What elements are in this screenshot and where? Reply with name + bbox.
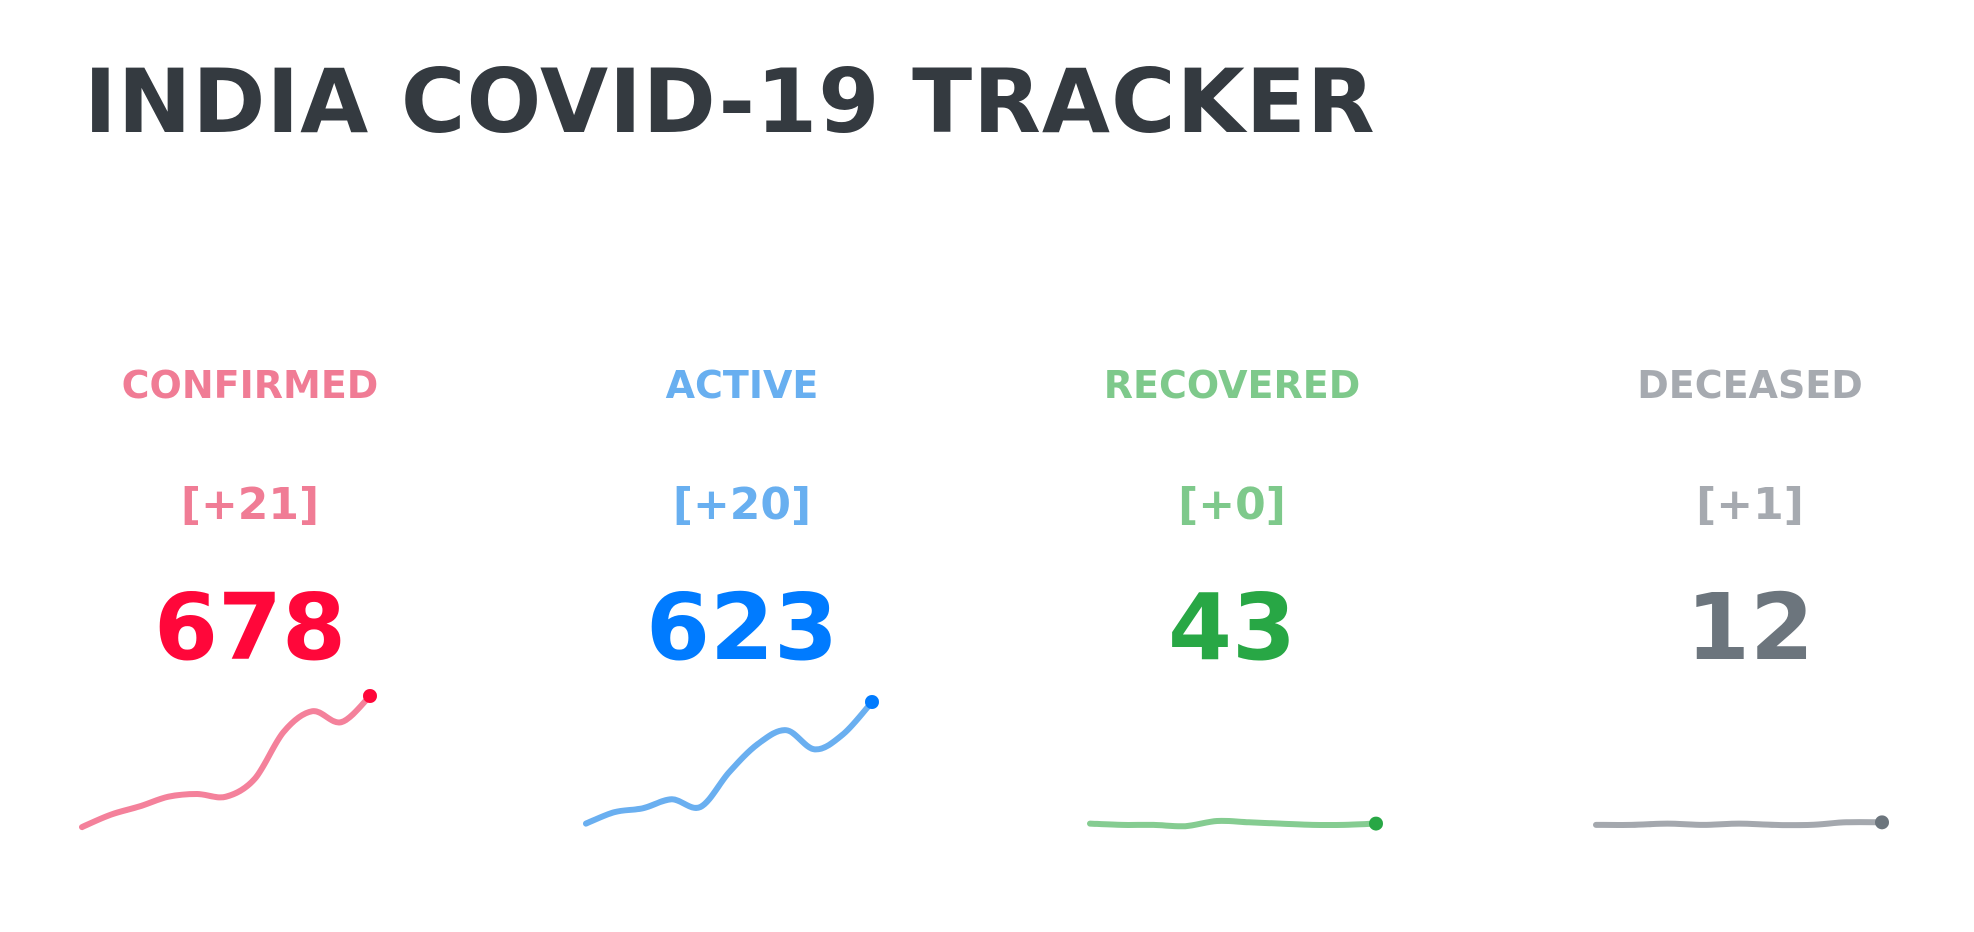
deceased-trend-endpoint	[1875, 815, 1889, 830]
active-value: 623	[645, 574, 839, 681]
recovered-delta: [+0]	[1178, 479, 1286, 530]
confirmed-sparkline	[79, 689, 377, 831]
confirmed-trend-line	[79, 693, 373, 831]
deceased-value: 12	[1685, 574, 1815, 681]
page-title: INDIA COVID-19 TRACKER	[84, 50, 1376, 153]
recovered-trend-line	[1087, 817, 1379, 830]
deceased-sparkline	[1593, 815, 1889, 830]
recovered-trend-endpoint	[1369, 816, 1383, 831]
confirmed-delta: [+21]	[180, 479, 320, 530]
recovered-value: 43	[1167, 574, 1297, 681]
deceased-card[interactable]: DECEASED [+1] 12	[1540, 350, 1960, 870]
recovered-sparkline	[1087, 816, 1383, 831]
confirmed-value: 678	[153, 574, 347, 681]
confirmed-trend-endpoint	[363, 689, 377, 703]
deceased-trend-line	[1593, 819, 1885, 829]
deceased-label: DECEASED	[1637, 363, 1863, 407]
active-trend-line	[583, 699, 875, 827]
recovered-label: RECOVERED	[1103, 363, 1361, 407]
confirmed-label: CONFIRMED	[121, 363, 379, 407]
deceased-delta: [+1]	[1696, 479, 1804, 530]
active-label: ACTIVE	[665, 363, 819, 407]
confirmed-card[interactable]: CONFIRMED [+21] 678	[40, 350, 460, 870]
active-delta: [+20]	[672, 479, 812, 530]
recovered-card[interactable]: RECOVERED [+0] 43	[1022, 350, 1442, 870]
active-trend-endpoint	[865, 695, 879, 709]
active-card[interactable]: ACTIVE [+20] 623	[532, 350, 952, 870]
active-sparkline	[583, 695, 879, 827]
